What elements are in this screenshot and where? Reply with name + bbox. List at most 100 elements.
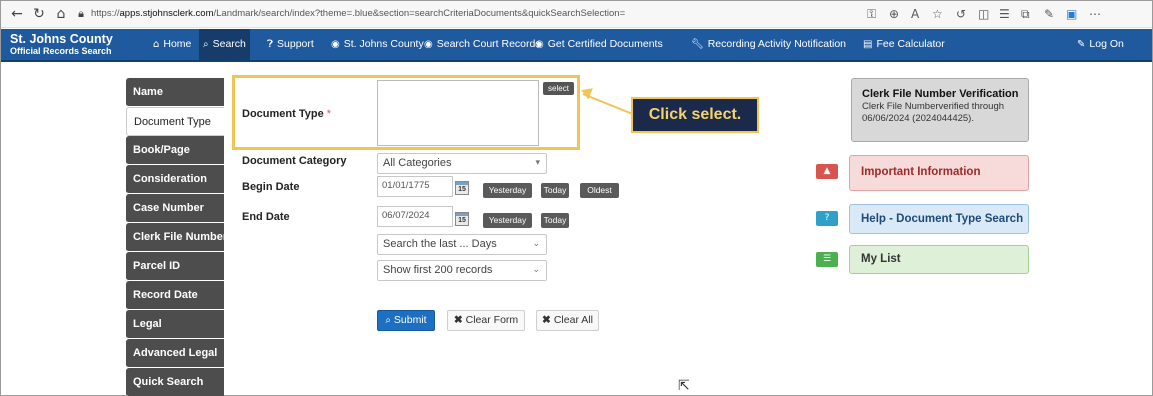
- my-list-panel[interactable]: My List: [849, 245, 1029, 274]
- warning-icon: ▲: [816, 164, 838, 179]
- nav-court-label: Search Court Records: [436, 38, 541, 50]
- search-days-value: Search the last ... Days: [383, 238, 497, 250]
- clear-form-button[interactable]: ✖ Clear Form: [447, 310, 525, 331]
- site-title: St. Johns County: [10, 32, 113, 46]
- lock-icon[interactable]: 🔒︎: [73, 6, 89, 22]
- collections-icon[interactable]: ⧉: [1021, 7, 1030, 21]
- clerk-file-verification-panel: Clerk File Number Verification Clerk Fil…: [851, 78, 1029, 142]
- end-today-button[interactable]: Today: [541, 213, 569, 228]
- important-information-panel[interactable]: Important Information: [849, 155, 1029, 191]
- document-category-value: All Categories: [383, 157, 452, 169]
- list-icon: ☰: [816, 252, 838, 267]
- globe-icon: ◉: [424, 39, 433, 50]
- home-icon: ⌂: [153, 39, 160, 50]
- nav-search[interactable]: ⌕ Search: [199, 29, 250, 60]
- refresh-icon[interactable]: ↻: [31, 6, 47, 22]
- nav-home-label: Home: [163, 38, 192, 50]
- tab-document-type[interactable]: Document Type: [126, 107, 224, 136]
- begin-date-label: Begin Date: [242, 181, 300, 193]
- clear-all-label: Clear All: [553, 314, 593, 326]
- url-host: apps.stjohnsclerk.com: [119, 8, 214, 19]
- home-icon[interactable]: ⌂: [53, 6, 69, 22]
- end-yesterday-button[interactable]: Yesterday: [483, 213, 532, 228]
- clear-all-button[interactable]: ✖ Clear All: [536, 310, 599, 331]
- tab-parcel-id[interactable]: Parcel ID: [126, 252, 224, 281]
- tab-book-page[interactable]: Book/Page: [126, 136, 224, 165]
- address-bar[interactable]: https://apps.stjohnsclerk.com/Landmark/s…: [91, 8, 625, 19]
- nav-home[interactable]: ⌂ Home: [149, 29, 195, 60]
- nav-certified[interactable]: ◉ Get Certified Documents: [531, 29, 667, 60]
- begin-yesterday-button[interactable]: Yesterday: [483, 183, 532, 198]
- tab-case-number[interactable]: Case Number: [126, 194, 224, 223]
- verification-detail: Clerk File Numberverified through 06/06/…: [862, 101, 1005, 124]
- end-calendar-icon[interactable]: 15: [455, 212, 469, 226]
- profile-icon[interactable]: ▣: [1066, 7, 1077, 21]
- key-icon[interactable]: ⚿: [867, 7, 876, 21]
- search-days-select[interactable]: Search the last ... Days ⌄: [377, 234, 547, 255]
- nav-certified-label: Get Certified Documents: [547, 38, 663, 50]
- close-icon: ✖: [542, 314, 551, 326]
- question-icon: ❓︎: [267, 39, 274, 50]
- wrench-icon: 🔧︎: [691, 39, 704, 50]
- tab-record-date[interactable]: Record Date: [126, 281, 224, 310]
- site-subtitle: Official Records Search: [10, 46, 112, 56]
- tutorial-callout: Click select.: [631, 97, 759, 133]
- more-icon[interactable]: ⋯: [1089, 7, 1101, 21]
- pencil-icon: ✎: [1077, 39, 1086, 50]
- clear-form-label: Clear Form: [465, 314, 519, 326]
- record-count-value: Show first 200 records: [383, 264, 493, 276]
- record-count-select[interactable]: Show first 200 records ⌄: [377, 260, 547, 281]
- tab-clerk-file-number[interactable]: Clerk File Number: [126, 223, 227, 252]
- begin-today-button[interactable]: Today: [541, 183, 569, 198]
- calculator-icon: ▤: [863, 39, 873, 50]
- site-brand[interactable]: St. Johns County Official Records Search: [10, 33, 113, 57]
- nav-support-label: Support: [277, 38, 314, 50]
- chevron-down-icon: ⌄: [532, 265, 540, 275]
- help-document-type-panel[interactable]: Help - Document Type Search: [849, 204, 1029, 234]
- split-screen-icon[interactable]: ◫: [978, 7, 989, 21]
- tab-quick-search[interactable]: Quick Search: [126, 368, 224, 396]
- document-category-label: Document Category: [242, 155, 347, 167]
- url-prefix: https://: [91, 8, 120, 19]
- tab-legal[interactable]: Legal: [126, 310, 224, 339]
- back-icon[interactable]: ←: [9, 6, 25, 22]
- oldest-button[interactable]: Oldest: [580, 183, 619, 198]
- submit-label: Submit: [393, 314, 427, 326]
- begin-calendar-icon[interactable]: 15: [455, 181, 469, 195]
- submit-button[interactable]: ⌕ Submit: [377, 310, 435, 331]
- nav-logon-label: Log On: [1089, 38, 1124, 50]
- nav-logon[interactable]: ✎ Log On: [1073, 29, 1128, 60]
- tab-advanced-legal[interactable]: Advanced Legal: [126, 339, 224, 368]
- read-aloud-icon[interactable]: A: [911, 7, 919, 21]
- nav-fee[interactable]: ▤ Fee Calculator: [859, 29, 949, 60]
- chevron-down-icon: ⌄: [532, 239, 540, 249]
- site-navbar: St. Johns County Official Records Search…: [1, 29, 1152, 62]
- refresh-extension-icon[interactable]: ↺: [956, 7, 966, 21]
- favorite-icon[interactable]: ☆: [932, 7, 943, 21]
- chevron-down-icon: ▾: [535, 158, 540, 168]
- begin-date-input[interactable]: 01/01/1775: [377, 176, 453, 197]
- extensions-icon[interactable]: ✎: [1044, 7, 1054, 21]
- tab-name[interactable]: Name: [126, 78, 224, 107]
- verification-title: Clerk File Number Verification: [862, 88, 1019, 100]
- nav-county-label: St. Johns County: [343, 38, 424, 50]
- end-date-label: End Date: [242, 211, 290, 223]
- end-date-input[interactable]: 06/07/2024: [377, 206, 453, 227]
- close-icon: ✖: [453, 314, 463, 326]
- globe-icon: ◉: [331, 39, 340, 50]
- browser-toolbar: ← ↻ ⌂ 🔒︎ https://apps.stjohnsclerk.com/L…: [1, 1, 1152, 28]
- nav-support[interactable]: ❓︎ Support: [263, 29, 318, 60]
- mouse-cursor-icon: ⇱: [678, 378, 690, 394]
- question-icon: ?: [816, 211, 838, 226]
- nav-county[interactable]: ◉ St. Johns County: [327, 29, 428, 60]
- tab-consideration[interactable]: Consideration: [126, 165, 224, 194]
- zoom-icon[interactable]: ⊕: [889, 7, 899, 21]
- globe-icon: ◉: [535, 39, 544, 50]
- nav-fee-label: Fee Calculator: [876, 38, 945, 50]
- favorites-bar-icon[interactable]: ☰: [999, 7, 1010, 21]
- url-path: /Landmark/search/index?theme=.blue&secti…: [213, 8, 626, 19]
- nav-court-records[interactable]: ◉ Search Court Records: [420, 29, 545, 60]
- nav-recording[interactable]: 🔧︎ Recording Activity Notification: [687, 29, 850, 60]
- document-category-select[interactable]: All Categories ▾: [377, 153, 547, 174]
- nav-recording-label: Recording Activity Notification: [707, 38, 847, 50]
